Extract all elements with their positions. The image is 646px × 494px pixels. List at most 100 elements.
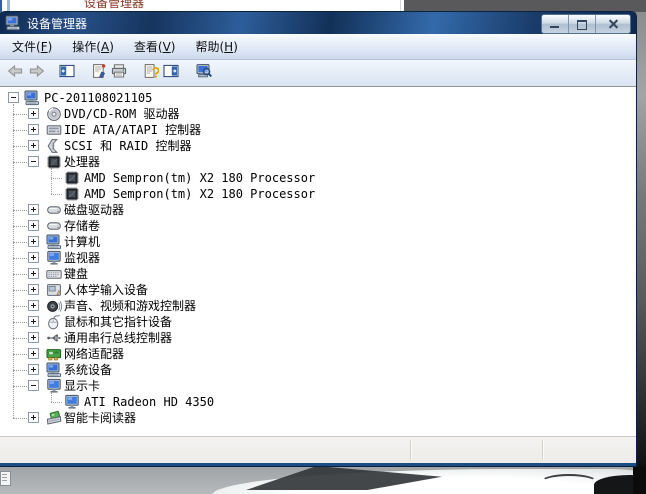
- tree-item-label: 网络适配器: [64, 346, 124, 362]
- background-window-strip: 设备管理器: [0, 0, 646, 12]
- tree-connector-line: [51, 402, 62, 403]
- expander-plus-icon[interactable]: [28, 348, 39, 359]
- expander-plus-icon[interactable]: [28, 140, 39, 151]
- tree-view-panel: PC-201108021105DVD/CD-ROM 驱动器IDE ATA/ATA…: [0, 86, 636, 436]
- background-window-edge: [7, 0, 10, 12]
- scan-hardware-icon: [196, 63, 212, 83]
- expander-minus-icon[interactable]: [28, 156, 39, 167]
- tree-item[interactable]: IDE ATA/ATAPI 控制器: [0, 122, 636, 138]
- device-manager-icon: [5, 15, 21, 31]
- tree-item-label: DVD/CD-ROM 驱动器: [64, 106, 179, 122]
- tree-connector-line: [13, 258, 27, 259]
- expander-plus-icon[interactable]: [28, 124, 39, 135]
- tree-connector-line: [13, 290, 27, 291]
- expander-plus-icon[interactable]: [28, 300, 39, 311]
- smart-card-reader-icon: [46, 410, 62, 426]
- minimize-icon: [550, 26, 559, 28]
- desktop-document-icon[interactable]: [0, 471, 11, 486]
- expander-minus-icon[interactable]: [28, 380, 39, 391]
- tree-item[interactable]: 系统设备: [0, 362, 636, 378]
- tree-item[interactable]: SCSI 和 RAID 控制器: [0, 138, 636, 154]
- tree-item-label: 磁盘驱动器: [64, 202, 124, 218]
- expander-plus-icon[interactable]: [28, 220, 39, 231]
- tree-connector-line: [13, 306, 27, 307]
- console-tree-button[interactable]: [58, 64, 76, 82]
- close-button[interactable]: [596, 15, 630, 33]
- tree-item[interactable]: 磁盘驱动器: [0, 202, 636, 218]
- expander-plus-icon[interactable]: [28, 412, 39, 423]
- action-pane-icon: [163, 63, 179, 83]
- maximize-icon: [577, 20, 587, 30]
- tree-item[interactable]: 存储卷: [0, 218, 636, 234]
- expander-plus-icon[interactable]: [28, 108, 39, 119]
- help-menu[interactable]: 帮助(H): [187, 36, 245, 57]
- tree-connector-line: [13, 322, 27, 323]
- forward-arrow-button[interactable]: [28, 64, 46, 82]
- status-bar: [0, 436, 636, 463]
- maximize-button[interactable]: [569, 15, 596, 33]
- tree-item-label: 声音、视频和游戏控制器: [64, 298, 196, 314]
- status-separator: [542, 440, 543, 460]
- tree-item[interactable]: AMD Sempron(tm) X2 180 Processor: [0, 186, 636, 202]
- tree-item[interactable]: 声音、视频和游戏控制器: [0, 298, 636, 314]
- scan-hardware-button[interactable]: [195, 64, 213, 82]
- expander-plus-icon[interactable]: [28, 332, 39, 343]
- action-menu[interactable]: 操作(A): [64, 36, 122, 57]
- title-bar[interactable]: 设备管理器: [0, 12, 636, 34]
- processor-icon: [64, 170, 80, 186]
- tree-item-label: IDE ATA/ATAPI 控制器: [64, 122, 201, 138]
- ide-controller-icon: [46, 122, 62, 138]
- tree-item-label: 智能卡阅读器: [64, 410, 136, 426]
- tree-item[interactable]: 通用串行总线控制器: [0, 330, 636, 346]
- tree-item[interactable]: 监视器: [0, 250, 636, 266]
- expander-plus-icon[interactable]: [28, 284, 39, 295]
- expander-plus-icon[interactable]: [28, 268, 39, 279]
- tree-connector-line: [13, 418, 27, 419]
- tree-item[interactable]: ATI Radeon HD 4350: [0, 394, 636, 410]
- tree-item[interactable]: 鼠标和其它指针设备: [0, 314, 636, 330]
- expander-minus-icon[interactable]: [8, 92, 19, 103]
- wallpaper-dark-corner: [633, 466, 646, 494]
- tree-item[interactable]: 显示卡: [0, 378, 636, 394]
- tree-item-label: AMD Sempron(tm) X2 180 Processor: [84, 186, 315, 202]
- tree-item-label: 存储卷: [64, 218, 100, 234]
- tree-connector-line: [13, 226, 27, 227]
- hid-device-icon: [46, 282, 62, 298]
- view-menu[interactable]: 查看(V): [126, 36, 184, 57]
- tree-connector-line: [51, 168, 52, 194]
- tree-item[interactable]: 智能卡阅读器: [0, 410, 636, 426]
- tree-item[interactable]: 网络适配器: [0, 346, 636, 362]
- back-arrow-button[interactable]: [6, 64, 24, 82]
- background-divider: [400, 0, 401, 12]
- tree-item[interactable]: 计算机: [0, 234, 636, 250]
- tree-item[interactable]: DVD/CD-ROM 驱动器: [0, 106, 636, 122]
- action-pane-button[interactable]: [162, 64, 180, 82]
- expander-plus-icon[interactable]: [28, 316, 39, 327]
- expander-plus-icon[interactable]: [28, 252, 39, 263]
- tree-item[interactable]: 键盘: [0, 266, 636, 282]
- cd-drive-icon: [46, 106, 62, 122]
- expander-plus-icon[interactable]: [28, 204, 39, 215]
- desktop-wallpaper-right: [636, 12, 646, 466]
- window-title: 设备管理器: [27, 15, 87, 32]
- minimize-button[interactable]: [542, 15, 569, 33]
- file-menu[interactable]: 文件(F): [4, 36, 60, 57]
- properties-button[interactable]: [90, 64, 108, 82]
- tree-connector-line: [13, 338, 27, 339]
- tree-item[interactable]: PC-201108021105: [0, 90, 636, 106]
- tree-item-label: 显示卡: [64, 378, 100, 394]
- tree-connector-line: [13, 146, 27, 147]
- tree-connector-line: [13, 370, 27, 371]
- tree-item[interactable]: 处理器: [0, 154, 636, 170]
- back-arrow-icon: [7, 63, 23, 83]
- tree-connector-line: [13, 242, 27, 243]
- expander-plus-icon[interactable]: [28, 236, 39, 247]
- print-button[interactable]: [110, 64, 128, 82]
- status-separator: [410, 440, 411, 460]
- tree-item[interactable]: AMD Sempron(tm) X2 180 Processor: [0, 170, 636, 186]
- help-button[interactable]: [142, 64, 160, 82]
- expander-plus-icon[interactable]: [28, 364, 39, 375]
- tree-connector-line: [51, 178, 62, 179]
- tree-item[interactable]: 人体学输入设备: [0, 282, 636, 298]
- monitor-icon: [64, 394, 80, 410]
